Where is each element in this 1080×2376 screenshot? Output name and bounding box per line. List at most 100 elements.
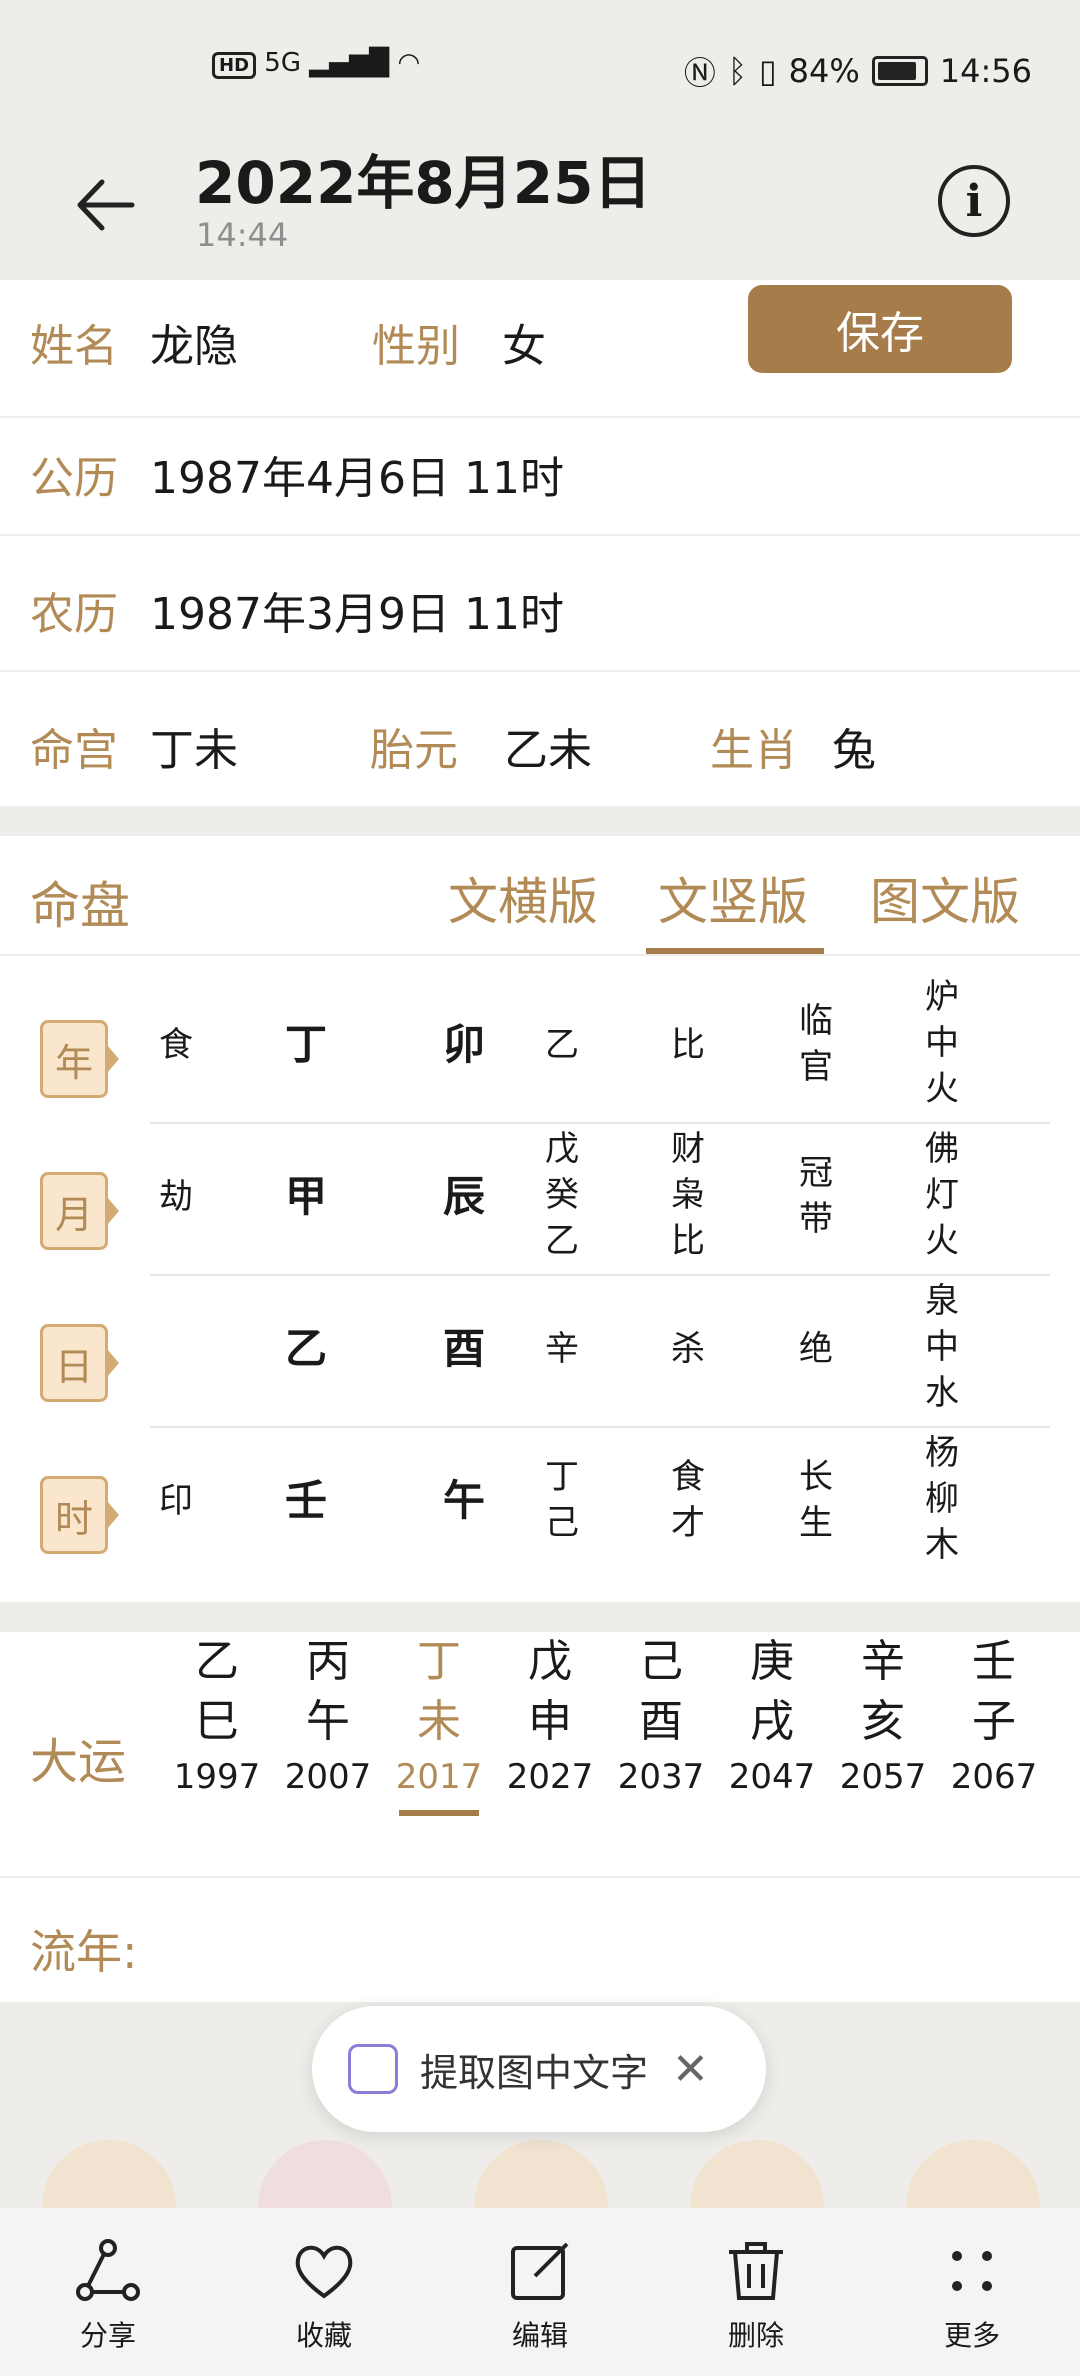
lunar-row: 农历 1987年3月9日 11时: [0, 534, 1080, 672]
more-button[interactable]: 更多: [912, 2208, 1032, 2354]
hidden-shishen: 食 才: [671, 1457, 705, 1543]
favorite-button[interactable]: 收藏: [264, 2208, 384, 2354]
lunar-value[interactable]: 1987年3月9日 11时: [150, 578, 564, 642]
delete-label: 删除: [727, 2319, 784, 2352]
shishen: 印: [159, 1481, 193, 1521]
dayun-year: 2007: [284, 1757, 372, 1797]
vibrate-icon: ▯: [759, 52, 777, 90]
bluetooth-icon: ᛒ: [727, 52, 748, 90]
chart-tabs: 命盘 文横版 文竖版 图文版: [0, 836, 1080, 956]
dayun-stem: 丙: [306, 1636, 350, 1687]
wifi-icon: ◠: [397, 48, 421, 78]
save-button[interactable]: 保存: [748, 285, 1012, 373]
chart-row-day: 日 乙 酉 辛 杀 绝 泉 中 水: [40, 1276, 1050, 1428]
dayun-stem: 壬: [972, 1636, 1016, 1687]
tab-vertical[interactable]: 文竖版: [658, 862, 808, 934]
tab-horizontal[interactable]: 文横版: [448, 862, 598, 934]
ocr-label: 提取图中文字: [420, 2050, 649, 2095]
battery-percent: 84%: [788, 52, 860, 90]
dayun-branch: 巳: [195, 1696, 239, 1747]
tab-graphic[interactable]: 图文版: [870, 862, 1020, 934]
header: 2022年8月25日 14:44 i: [0, 130, 1080, 275]
edit-button[interactable]: 编辑: [480, 2208, 600, 2354]
ocr-camera-icon: [348, 2044, 398, 2094]
branch: 卯: [442, 1020, 485, 1069]
more-dots-icon: [952, 2251, 992, 2291]
dayun-branch: 子: [972, 1696, 1016, 1747]
page-title: 2022年8月25日: [195, 149, 652, 217]
info-button[interactable]: i: [938, 165, 1010, 237]
share-button[interactable]: 分享: [48, 2208, 168, 2354]
life-stage: 长 生: [799, 1457, 833, 1543]
back-button[interactable]: [70, 170, 140, 240]
hidden-shishen: 财 枭 比: [671, 1129, 705, 1261]
dayun-item[interactable]: 壬 子 2067: [939, 1632, 1049, 1802]
nayin: 炉 中 火: [925, 977, 959, 1109]
status-left: HD 5G ▂▄▆█ ◠: [212, 48, 421, 79]
gender-label: 性别: [372, 321, 460, 372]
life-stage: 绝: [799, 1329, 833, 1369]
dayun-item[interactable]: 丙 午 2007: [273, 1632, 383, 1802]
stem: 壬: [284, 1476, 327, 1525]
lunar-label: 农历: [30, 589, 118, 640]
status-right: Ⓝ ᛒ ▯ 84% 14:56: [684, 48, 1032, 94]
network-type: 5G: [264, 48, 301, 78]
pillar-label: 日: [40, 1324, 119, 1402]
dayun-stem: 己: [639, 1636, 683, 1687]
signal-icon: ▂▄▆█: [309, 48, 390, 78]
branch: 辰: [442, 1172, 485, 1221]
hidden-stems: 辛: [545, 1329, 579, 1369]
dayun-branch: 酉: [639, 1696, 683, 1747]
stem: 乙: [284, 1324, 327, 1373]
chart-row-month: 月 劫 甲 辰 戊 癸 乙 财 枭 比 冠 带 佛 灯 火: [40, 1124, 1050, 1276]
share-label: 分享: [79, 2319, 136, 2352]
branch: 酉: [442, 1324, 485, 1373]
dayun-item[interactable]: 庚 戌 2047: [717, 1632, 827, 1802]
nfc-icon: Ⓝ: [683, 54, 716, 92]
dayun-branch: 未: [417, 1696, 461, 1747]
solar-value[interactable]: 1987年4月6日 11时: [150, 442, 564, 506]
dayun-year: 2037: [617, 1757, 705, 1797]
hidden-shishen: 比: [671, 1025, 705, 1065]
dayun-panel: 大运 乙 巳 1997 丙 午 2007 丁 未 2017 戊 申 2027 己…: [0, 1632, 1080, 2002]
info-icon: i: [965, 175, 983, 227]
dayun-item[interactable]: 戊 申 2027: [495, 1632, 605, 1802]
dayun-stem: 丁: [417, 1636, 461, 1687]
gong-row: 命宫 丁未 胎元 乙未 生肖 兔: [0, 670, 1080, 806]
dayun-item-active[interactable]: 丁 未 2017: [384, 1632, 494, 1816]
life-stage: 冠 带: [799, 1153, 833, 1239]
pillar-label: 月: [40, 1172, 119, 1250]
solar-row: 公历 1987年4月6日 11时: [0, 398, 1080, 536]
status-bar: HD 5G ▂▄▆█ ◠ Ⓝ ᛒ ▯ 84% 14:56: [0, 0, 1080, 130]
battery-icon: [871, 56, 928, 86]
taiyuan-label: 胎元: [370, 725, 458, 776]
chart-row-year: 年 食 丁 卯 乙 比 临 官 炉 中 火: [40, 972, 1050, 1124]
shishen: 食: [159, 1025, 193, 1065]
tab-active-indicator: [646, 948, 824, 954]
profile-panel: 姓名 龙隐 性别 女 保存 公历 1987年4月6日 11时 农历 1987年3…: [0, 280, 1080, 806]
solar-label: 公历: [30, 453, 118, 504]
nayin: 佛 灯 火: [925, 1129, 959, 1261]
life-stage: 临 官: [799, 1001, 833, 1087]
liunian-label: 流年:: [30, 1925, 138, 1979]
gender-value[interactable]: 女: [502, 310, 546, 374]
dayun-item[interactable]: 辛 亥 2057: [828, 1632, 938, 1802]
ocr-bubble[interactable]: 提取图中文字 ✕: [312, 2006, 766, 2132]
close-icon[interactable]: ✕: [672, 2044, 709, 2095]
dayun-item[interactable]: 乙 巳 1997: [162, 1632, 272, 1802]
dayun-year: 1997: [173, 1757, 261, 1797]
clock: 14:56: [939, 52, 1032, 90]
delete-button[interactable]: 删除: [696, 2208, 816, 2354]
zodiac-value: 兔: [832, 725, 876, 776]
bottom-toolbar: 分享 收藏 编辑 删除 更多: [0, 2208, 1080, 2376]
dayun-stem: 乙: [195, 1636, 239, 1687]
hidden-stems: 乙: [545, 1025, 579, 1065]
zodiac-label: 生肖: [710, 725, 798, 776]
dayun-item[interactable]: 己 酉 2037: [606, 1632, 716, 1802]
name-value[interactable]: 龙隐: [150, 310, 238, 374]
dayun-active-indicator: [399, 1810, 479, 1816]
nayin: 泉 中 水: [925, 1281, 959, 1413]
chart-panel: 命盘 文横版 文竖版 图文版 年 食 丁 卯 乙 比 临 官 炉 中 火 月 劫…: [0, 836, 1080, 1602]
stem: 丁: [284, 1020, 327, 1069]
dayun-stem: 庚: [750, 1636, 794, 1687]
